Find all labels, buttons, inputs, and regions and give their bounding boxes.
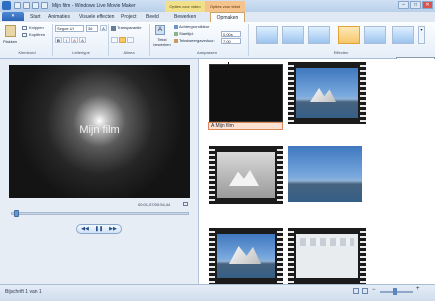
fullscreen-icon[interactable]: [183, 202, 188, 206]
transparency-button[interactable]: Transparantie: [117, 25, 142, 30]
next-frame-button[interactable]: ▶▶: [106, 225, 120, 233]
video-clip[interactable]: [209, 146, 283, 204]
group-separator: [149, 24, 150, 56]
group-label-paragraph: Alinea: [123, 50, 135, 55]
cut-button[interactable]: Knippen: [29, 25, 44, 30]
video-clip[interactable]: [288, 62, 366, 124]
maximize-button[interactable]: □: [410, 1, 421, 9]
status-bar: [0, 284, 435, 301]
align-left-icon[interactable]: [111, 37, 118, 43]
zoom-in-button[interactable]: +: [416, 286, 420, 292]
align-center-icon[interactable]: [119, 37, 126, 43]
seek-bar-thumb[interactable]: [14, 210, 20, 217]
start-time-label: Starttijd:: [179, 31, 194, 36]
window-title: Mijn film - Windows Live Movie Maker: [52, 3, 136, 9]
tab-start[interactable]: Start: [30, 13, 41, 21]
contextual-tab-video-tools: Opties voor video: [165, 1, 205, 12]
effect-thumbnail[interactable]: [282, 26, 304, 44]
tab-opmaken[interactable]: Opmaken: [210, 12, 245, 22]
effect-thumbnail[interactable]: [256, 26, 278, 44]
playhead[interactable]: [228, 62, 229, 130]
zoom-slider-thumb[interactable]: [393, 288, 397, 295]
text-caption-tag[interactable]: A Mijn film: [208, 122, 283, 130]
seek-bar[interactable]: [11, 212, 189, 215]
effect-thumbnail[interactable]: [392, 26, 414, 44]
transparency-icon: [111, 26, 116, 31]
group-label-effects: Effecten: [333, 50, 349, 55]
background-color-button[interactable]: Achtergrondkleur: [179, 24, 209, 29]
align-right-icon[interactable]: [127, 37, 134, 43]
text-duration-field[interactable]: 7,00: [221, 38, 241, 44]
video-clip[interactable]: [209, 228, 283, 284]
undo-icon[interactable]: [23, 2, 30, 9]
preview-caption-text: Mijn film: [79, 124, 120, 136]
copy-button[interactable]: Kopiëren: [29, 32, 45, 37]
group-label-font: Lettertype: [72, 50, 90, 55]
edit-text-icon[interactable]: A: [155, 25, 165, 35]
text-duration-icon: [174, 39, 178, 43]
gallery-scroll-icon[interactable]: ▾: [418, 26, 425, 44]
effect-thumbnail-selected[interactable]: [338, 26, 360, 44]
status-text: Bijschrift 1 van 1: [5, 289, 42, 295]
close-button[interactable]: ✕: [422, 1, 433, 9]
timecode-readout: 00:01,57/00:54,44: [138, 202, 171, 207]
bold-button[interactable]: B: [55, 37, 62, 43]
copy-icon: [22, 33, 27, 37]
movie-maker-app-icon[interactable]: [2, 1, 11, 10]
scissors-icon: [22, 26, 27, 30]
grow-font-button[interactable]: A: [100, 25, 107, 31]
effect-thumbnail[interactable]: [308, 26, 330, 44]
zoom-out-button[interactable]: −: [372, 287, 376, 293]
tab-project[interactable]: Project: [121, 13, 137, 21]
redo-icon[interactable]: [32, 2, 39, 9]
group-label-adjust: Aanpassen: [196, 50, 217, 55]
group-separator: [248, 24, 249, 56]
file-menu-button[interactable]: ▾: [2, 12, 24, 21]
video-clip[interactable]: [288, 228, 366, 284]
font-size-select[interactable]: 36: [86, 25, 98, 32]
edit-text-button[interactable]: Tekst bewerken: [151, 37, 173, 47]
group-separator: [108, 24, 109, 56]
play-pause-button[interactable]: ❚❚: [92, 225, 106, 233]
italic-button[interactable]: I: [63, 37, 70, 43]
tab-visuele-effecten[interactable]: Visuele effecten: [79, 13, 114, 21]
storyboard-view-icon[interactable]: [353, 288, 359, 294]
font-family-select[interactable]: Segoe UI: [55, 25, 84, 32]
contextual-tab-text-tools: Opties voor tekst: [205, 1, 245, 12]
minimize-button[interactable]: –: [398, 1, 409, 9]
title-clip[interactable]: [209, 64, 283, 122]
thumbnail-size-icon[interactable]: [362, 288, 368, 294]
shrink-font-button[interactable]: A: [79, 37, 86, 43]
paste-icon[interactable]: [5, 25, 16, 37]
group-label-clipboard: Klembord: [18, 50, 36, 55]
quick-access-dropdown-icon[interactable]: [41, 2, 48, 9]
text-duration-label: Tekstweergaveduur:: [179, 38, 215, 43]
tab-beeld[interactable]: Beeld: [146, 13, 159, 21]
previous-frame-button[interactable]: ◀◀: [78, 225, 92, 233]
paste-button[interactable]: Plakken: [3, 39, 17, 44]
font-color-button[interactable]: A: [71, 37, 78, 43]
tab-bewerken[interactable]: Bewerken: [174, 13, 196, 21]
effect-thumbnail[interactable]: [364, 26, 386, 44]
video-clip[interactable]: [288, 146, 362, 202]
start-time-icon: [174, 32, 178, 36]
background-color-icon: [174, 25, 178, 29]
start-time-field[interactable]: 0,00s: [221, 31, 241, 37]
save-icon[interactable]: [14, 2, 21, 9]
group-separator: [52, 24, 53, 56]
tab-animaties[interactable]: Animaties: [48, 13, 70, 21]
